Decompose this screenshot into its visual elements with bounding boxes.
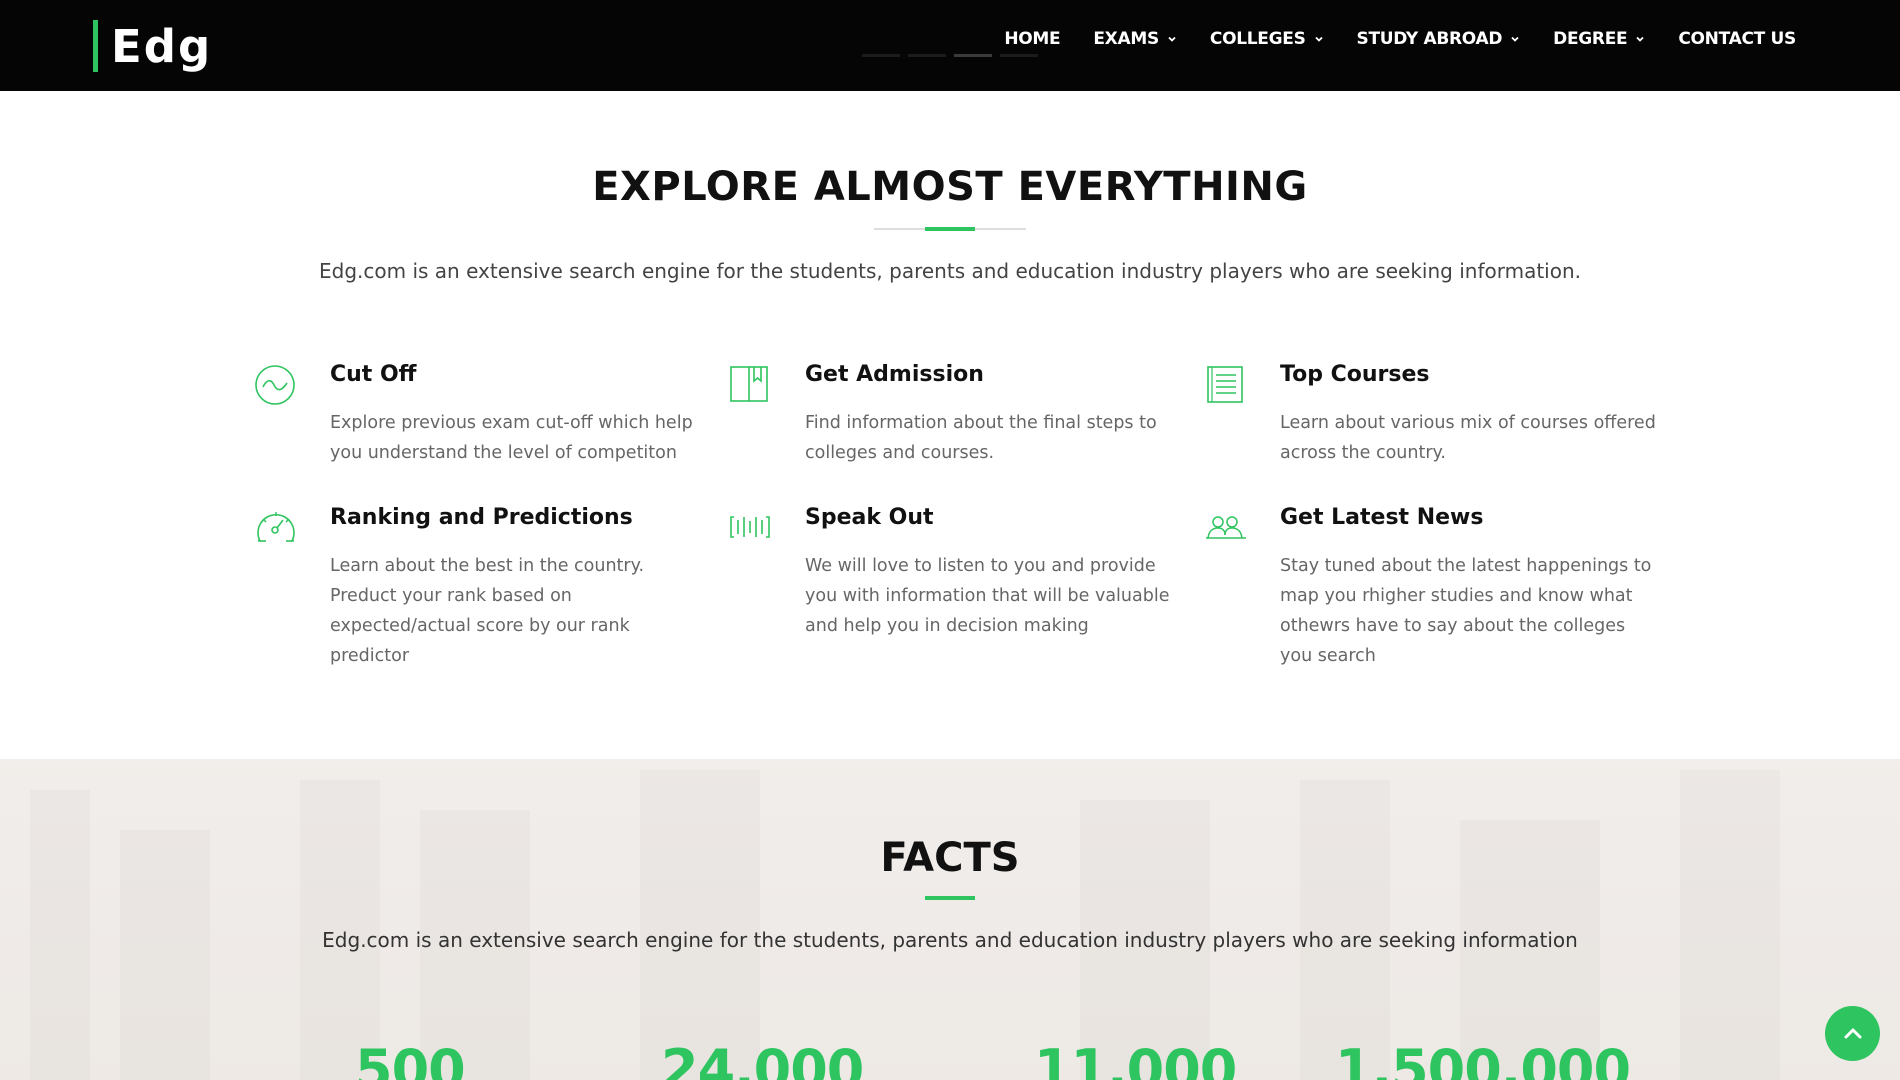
facts-overlay (0, 759, 1900, 1080)
fact-number: 24,000 (661, 1038, 864, 1080)
facts-section-title: FACTS (880, 835, 1020, 881)
nav-label: EXAMS (1093, 29, 1159, 49)
feature-title: Speak Out (805, 505, 934, 530)
slider-indicator[interactable] (1000, 54, 1038, 57)
main-nav: HOME EXAMS COLLEGES STUDY ABROAD DEGREE … (1004, 29, 1796, 49)
title-divider-accent (925, 227, 975, 231)
explore-section-title: EXPLORE ALMOST EVERYTHING (592, 164, 1308, 210)
top-navbar: Edg HOME EXAMS COLLEGES STUDY ABROAD DEG… (0, 0, 1900, 91)
feature-description: Learn about various mix of courses offer… (1280, 413, 1656, 463)
chevron-down-icon (1168, 36, 1176, 42)
facts-title-divider-accent (925, 896, 975, 900)
slider-indicator[interactable] (862, 54, 900, 57)
slider-indicator[interactable] (908, 54, 946, 57)
logo-accent-bar (93, 20, 98, 72)
feature-title: Cut Off (330, 362, 417, 387)
fact-number: 1,500,000 (1335, 1038, 1631, 1080)
nav-item-exams[interactable]: EXAMS (1093, 29, 1177, 49)
logo-text: Edg (111, 19, 213, 73)
feature-title: Get Latest News (1280, 505, 1484, 530)
nav-item-colleges[interactable]: COLLEGES (1210, 29, 1324, 49)
facts-section-background (0, 759, 1900, 1080)
facts-section-subtitle: Edg.com is an extensive search engine fo… (322, 928, 1578, 952)
feature-title: Top Courses (1280, 362, 1430, 387)
scroll-to-top-button[interactable] (1825, 1006, 1880, 1061)
feature-description: Find information about the final steps t… (805, 413, 1157, 463)
nav-label: COLLEGES (1209, 29, 1306, 49)
fact-number: 500 (355, 1038, 466, 1080)
feature-description: Stay tuned about the latest happenings t… (1280, 556, 1652, 666)
chevron-up-icon (1844, 1028, 1861, 1038)
nav-item-contact-us[interactable]: CONTACT US (1678, 29, 1796, 49)
explore-section-subtitle: Edg.com is an extensive search engine fo… (318, 259, 1581, 283)
nav-item-study-abroad[interactable]: STUDY ABROAD (1357, 29, 1521, 49)
fact-number: 11,000 (1034, 1038, 1237, 1080)
slider-indicator-active[interactable] (954, 54, 992, 57)
speedometer-icon (257, 512, 295, 542)
nav-item-home[interactable]: HOME (1004, 29, 1060, 49)
feature-description: We will love to listen to you and provid… (805, 556, 1170, 636)
book-icon (730, 366, 768, 402)
document-list-icon (1207, 366, 1243, 403)
feature-title: Get Admission (805, 362, 984, 387)
feature-description: Learn about the best in the country. Pre… (330, 556, 645, 666)
nav-label: CONTACT US (1678, 29, 1796, 49)
sound-bars-icon (730, 516, 770, 538)
chevron-down-icon (1636, 36, 1644, 42)
feature-description: Explore previous exam cut-off which help… (330, 413, 693, 463)
nav-label: HOME (1004, 29, 1061, 49)
nav-label: DEGREE (1553, 29, 1628, 49)
hero-slider-indicators (862, 54, 1038, 57)
nav-item-degree[interactable]: DEGREE (1553, 29, 1645, 49)
nav-label: STUDY ABROAD (1356, 29, 1503, 49)
chevron-down-icon (1314, 36, 1323, 42)
wave-circle-icon (255, 365, 295, 405)
people-group-icon (1206, 516, 1246, 539)
chevron-down-icon (1511, 36, 1519, 42)
feature-title: Ranking and Predictions (330, 505, 633, 530)
site-logo[interactable]: Edg (93, 19, 213, 73)
